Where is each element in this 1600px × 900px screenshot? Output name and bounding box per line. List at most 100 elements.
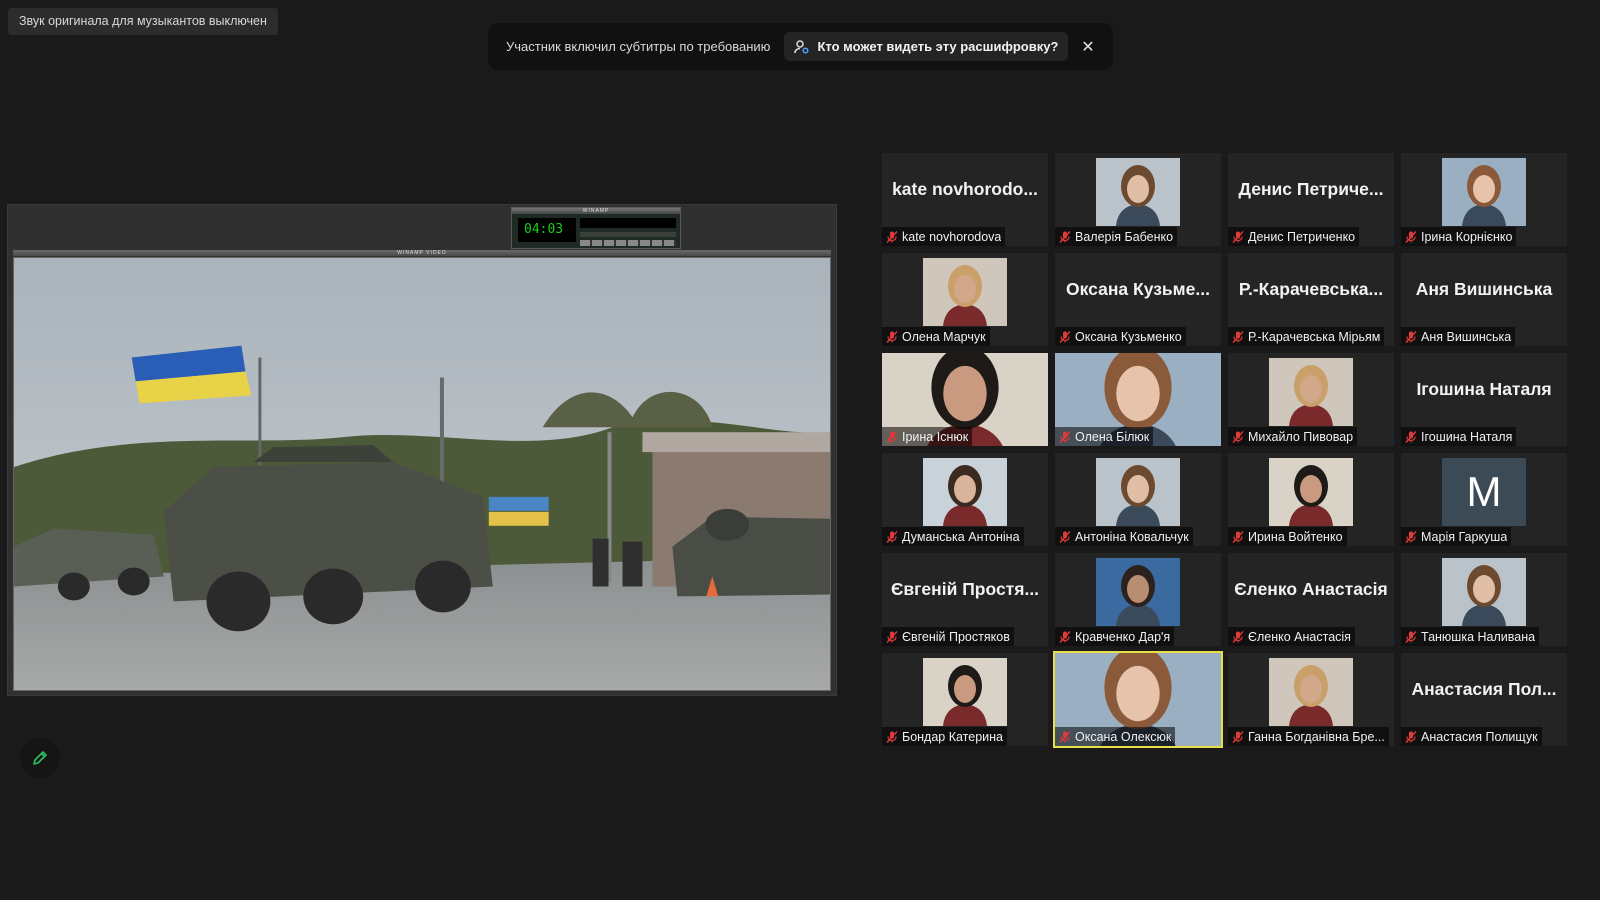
participant-tile[interactable]: kate novhorodo... kate novhorodova [882, 153, 1048, 246]
participant-name: Оксана Олексюк [1075, 729, 1172, 744]
participant-video-frame [923, 658, 1007, 726]
participant-name: Ірина Існюк [902, 429, 969, 444]
participant-display-name: Р.-Карачевська... [1238, 279, 1384, 299]
participant-tile[interactable]: Р.-Карачевська... Р.-Карачевська Мірьям [1228, 253, 1394, 346]
muted-mic-icon [1059, 630, 1071, 643]
participant-name-label: Олена Марчук [882, 327, 990, 346]
participant-tile[interactable]: Аня Вишинська Аня Вишинська [1401, 253, 1567, 346]
participant-name: Ірина Корнієнко [1421, 229, 1513, 244]
muted-mic-icon [1232, 730, 1244, 743]
participant-name-label: Танюшка Наливана [1401, 627, 1540, 646]
participant-video-frame [1442, 158, 1526, 226]
participant-tile[interactable]: Олена Білюк [1055, 353, 1221, 446]
participant-tile[interactable]: Денис Петриче... Денис Петриченко [1228, 153, 1394, 246]
participant-name-label: Ірина Корнієнко [1401, 227, 1517, 246]
participant-display-name: Євгеній Простя... [890, 579, 1040, 599]
participant-name: Єленко Анастасія [1248, 629, 1351, 644]
participant-video [1096, 458, 1180, 526]
muted-mic-icon [886, 230, 898, 243]
participant-tile[interactable]: Валерія Бабенко [1055, 153, 1221, 246]
participant-tile[interactable]: Бондар Катерина [882, 653, 1048, 746]
person-settings-icon [794, 39, 809, 54]
participant-name: Олена Марчук [902, 329, 986, 344]
winamp-seek-bar [580, 232, 676, 237]
participant-name: Думанська Антоніна [902, 529, 1020, 544]
participant-tile[interactable]: Єленко Анастасія Єленко Анастасія [1228, 553, 1394, 646]
participant-name-label: Оксана Кузьменко [1055, 327, 1186, 346]
participant-name: Марія Гаркуша [1421, 529, 1508, 544]
participant-name-label: Бондар Катерина [882, 727, 1008, 746]
muted-mic-icon [1059, 330, 1071, 343]
participant-tile[interactable]: Анастасия Пол... Анастасия Полищук [1401, 653, 1567, 746]
participant-name: Олена Білюк [1075, 429, 1150, 444]
winamp-title: WINAMP [512, 208, 680, 214]
participant-name-label: Марія Гаркуша [1401, 527, 1512, 546]
participant-video [923, 258, 1007, 326]
participant-video-frame [1269, 458, 1353, 526]
participant-video [1096, 558, 1180, 626]
participant-name-label: Олена Білюк [1055, 427, 1154, 446]
video-window-title: WINAMP VIDEO [13, 250, 831, 256]
participant-video-frame [1269, 358, 1353, 426]
participant-video-frame [1269, 658, 1353, 726]
participant-name-label: Анастасия Полищук [1401, 727, 1542, 746]
muted-mic-icon [1059, 430, 1071, 443]
participant-gallery: kate novhorodo... kate novhorodova Валерія… [882, 153, 1567, 748]
captions-banner: Участник включил субтитры по требованию … [488, 23, 1113, 70]
muted-mic-icon [1232, 230, 1244, 243]
participant-video-frame [923, 458, 1007, 526]
who-can-see-transcript-button[interactable]: Кто может видеть эту расшифровку? [784, 32, 1069, 61]
participant-name-label: Р.-Карачевська Мірьям [1228, 327, 1385, 346]
original-sound-notice: Звук оригинала для музыкантов выключен [8, 8, 278, 35]
participant-tile[interactable]: Антоніна Ковальчук [1055, 453, 1221, 546]
participant-name: Кравченко Дар'я [1075, 629, 1171, 644]
participant-tile[interactable]: Ирина Войтенко [1228, 453, 1394, 546]
participant-name: Бондар Катерина [902, 729, 1004, 744]
winamp-time: 04:03 [518, 218, 576, 242]
participant-name-label: Кравченко Дар'я [1055, 627, 1175, 646]
muted-mic-icon [1059, 230, 1071, 243]
participant-name: Михайло Пивовар [1248, 429, 1354, 444]
participant-tile[interactable]: Кравченко Дар'я [1055, 553, 1221, 646]
participant-tile[interactable]: Оксана Олексюк [1053, 651, 1223, 748]
participant-name-label: Оксана Олексюк [1055, 727, 1176, 746]
participant-video [923, 658, 1007, 726]
participant-tile[interactable]: Ігошина Наталя Ігошина Наталя [1401, 353, 1567, 446]
participant-tile[interactable]: Євгеній Простя... Євгеній Простяков [882, 553, 1048, 646]
muted-mic-icon [1405, 630, 1417, 643]
video-scene-image [14, 258, 830, 690]
close-banner-icon[interactable]: ✕ [1077, 36, 1099, 58]
pencil-icon [33, 751, 47, 765]
participant-tile[interactable]: Ірина Корнієнко [1401, 153, 1567, 246]
participant-video-frame [1442, 558, 1526, 626]
participant-tile[interactable]: Михайло Пивовар [1228, 353, 1394, 446]
participant-display-name: kate novhorodo... [892, 179, 1038, 199]
participant-tile[interactable]: Ганна Богданівна Бре... [1228, 653, 1394, 746]
participant-display-name: Аня Вишинська [1415, 279, 1553, 299]
participant-tile[interactable]: Оксана Кузьме... Оксана Кузьменко [1055, 253, 1221, 346]
participant-tile[interactable]: Танюшка Наливана [1401, 553, 1567, 646]
muted-mic-icon [1232, 430, 1244, 443]
muted-mic-icon [886, 430, 898, 443]
participant-tile[interactable]: Олена Марчук [882, 253, 1048, 346]
participant-name-label: Антоніна Ковальчук [1055, 527, 1193, 546]
muted-mic-icon [1405, 430, 1417, 443]
participant-video [1096, 158, 1180, 226]
muted-mic-icon [886, 630, 898, 643]
muted-mic-icon [1405, 230, 1417, 243]
participant-display-name: Анастасия Пол... [1411, 679, 1557, 699]
participant-name: Р.-Карачевська Мірьям [1248, 329, 1381, 344]
muted-mic-icon [1405, 530, 1417, 543]
participant-avatar: M [1442, 458, 1526, 526]
participant-name: Антоніна Ковальчук [1075, 529, 1189, 544]
shared-video-frame [13, 257, 831, 691]
annotate-pencil-button[interactable] [20, 738, 60, 778]
participant-tile[interactable]: M Марія Гаркуша [1401, 453, 1567, 546]
muted-mic-icon [1232, 330, 1244, 343]
participant-name-label: Ирина Войтенко [1228, 527, 1347, 546]
participant-tile[interactable]: Думанська Антоніна [882, 453, 1048, 546]
participant-name: Оксана Кузьменко [1075, 329, 1182, 344]
shared-screen: WINAMP 04:03 WINAMP VIDEO [7, 204, 837, 696]
muted-mic-icon [1059, 530, 1071, 543]
participant-tile[interactable]: Ірина Існюк [882, 353, 1048, 446]
